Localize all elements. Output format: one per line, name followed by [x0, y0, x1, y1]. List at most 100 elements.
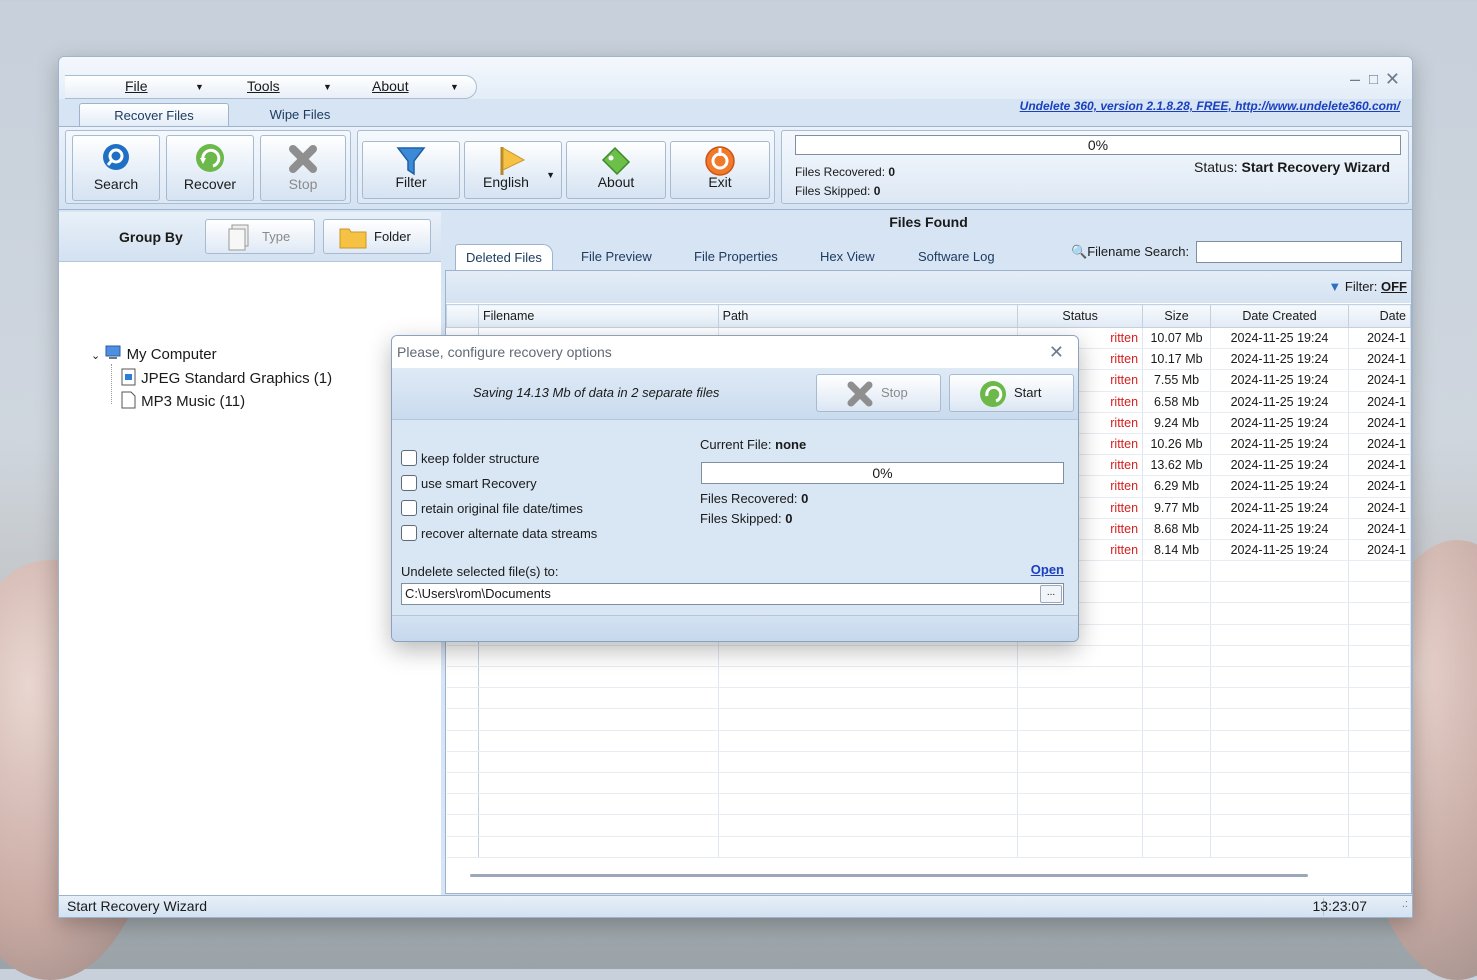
chevron-down-icon: ▼: [546, 170, 555, 180]
minimize-button[interactable]: –: [1350, 69, 1360, 90]
date-created-cell: [1210, 602, 1349, 625]
table-row[interactable]: [446, 836, 1412, 858]
checkbox[interactable]: [401, 525, 417, 541]
date-created-cell: 2024-11-25 19:24: [1210, 454, 1349, 477]
browse-button[interactable]: ...: [1040, 585, 1062, 603]
size-cell: 8.68 Mb: [1142, 518, 1212, 540]
close-button[interactable]: ✕: [1385, 69, 1400, 90]
exit-button[interactable]: Exit: [670, 141, 770, 199]
language-dropdown[interactable]: English ▼: [464, 141, 562, 199]
destination-path-input[interactable]: C:\Users\rom\Documents ...: [401, 583, 1064, 605]
tab-recover-files[interactable]: Recover Files: [79, 103, 229, 127]
recover-button[interactable]: Recover: [166, 135, 254, 201]
select-cell: [446, 708, 479, 731]
menu-file[interactable]: File ▼: [125, 78, 204, 94]
group-by-folder-button[interactable]: Folder: [323, 219, 431, 254]
date-created-cell: 2024-11-25 19:24: [1210, 369, 1349, 392]
status-cell: [1017, 645, 1144, 668]
table-row[interactable]: [446, 793, 1412, 816]
stop-button[interactable]: Stop: [260, 135, 346, 201]
column-header-date-created[interactable]: Date Created: [1210, 304, 1349, 328]
filter-button[interactable]: Filter: [362, 141, 460, 199]
table-row[interactable]: [446, 645, 1412, 668]
checkbox[interactable]: [401, 450, 417, 466]
files-found-title: Files Found: [889, 214, 968, 230]
select-column-header[interactable]: [446, 304, 479, 328]
checkbox[interactable]: [401, 475, 417, 491]
chevron-down-icon: ▼: [450, 82, 459, 92]
select-cell: [446, 730, 479, 752]
saving-summary: Saving 14.13 Mb of data in 2 separate fi…: [473, 385, 720, 400]
filter-toggle[interactable]: OFF: [1381, 279, 1407, 294]
ribbon-group-actions: Search Recover Stop: [65, 130, 351, 204]
size-cell: 8.14 Mb: [1142, 539, 1212, 562]
option-recover-alternate-streams[interactable]: recover alternate data streams: [401, 525, 597, 541]
dialog-close-icon[interactable]: ✕: [1049, 342, 1064, 363]
table-row[interactable]: [446, 751, 1412, 773]
open-folder-link[interactable]: Open: [1031, 562, 1064, 577]
chevron-down-icon: ▼: [323, 82, 332, 92]
select-cell: [446, 666, 479, 689]
tab-deleted-files[interactable]: Deleted Files: [455, 244, 553, 270]
group-by-type-button[interactable]: Type: [205, 219, 315, 254]
search-icon: [103, 144, 129, 170]
tree-item-jpeg[interactable]: JPEG Standard Graphics (1): [121, 368, 332, 387]
dialog-stop-button[interactable]: Stop: [816, 374, 941, 412]
tree-item-mp3[interactable]: MP3 Music (11): [121, 391, 245, 410]
size-cell: 9.24 Mb: [1142, 412, 1212, 434]
dialog-files-recovered: Files Recovered: 0: [700, 491, 809, 506]
column-header-filename[interactable]: Filename: [477, 304, 719, 328]
date-created-cell: [1210, 793, 1349, 816]
option-keep-folder-structure[interactable]: keep folder structure: [401, 450, 540, 466]
tab-wipe-files[interactable]: Wipe Files: [245, 103, 355, 127]
dialog-start-button[interactable]: Start: [949, 374, 1074, 412]
date-cell: 2024-1: [1348, 518, 1412, 540]
dialog-header: Saving 14.13 Mb of data in 2 separate fi…: [392, 368, 1078, 420]
size-cell: 10.07 Mb: [1142, 327, 1212, 350]
option-retain-file-dates[interactable]: retain original file date/times: [401, 500, 583, 516]
menu-about[interactable]: About ▼: [372, 78, 459, 94]
checkbox[interactable]: [401, 500, 417, 516]
status-bar-time: 13:23:07: [1312, 898, 1368, 914]
status-text: Status: Start Recovery Wizard: [1194, 159, 1390, 175]
tree-root-my-computer[interactable]: ⌄ My Computer: [91, 345, 217, 363]
path-cell: [718, 814, 1019, 837]
search-button[interactable]: Search: [72, 135, 160, 201]
status-cell: [1017, 772, 1144, 795]
horizontal-scrollbar[interactable]: [470, 874, 1308, 877]
column-header-path[interactable]: Path: [717, 304, 1019, 328]
table-row[interactable]: [446, 708, 1412, 731]
table-row[interactable]: [446, 666, 1412, 689]
date-created-cell: 2024-11-25 19:24: [1210, 518, 1349, 540]
date-cell: [1348, 814, 1412, 837]
table-row[interactable]: [446, 772, 1412, 795]
computer-icon: [105, 345, 121, 359]
app-title-link[interactable]: Undelete 360, version 2.1.8.28, FREE, ht…: [1020, 99, 1400, 113]
resize-grip-icon[interactable]: .:: [1402, 898, 1408, 910]
tab-file-preview[interactable]: File Preview: [581, 244, 652, 270]
tab-file-properties[interactable]: File Properties: [694, 244, 778, 270]
date-cell: 2024-1: [1348, 369, 1412, 392]
table-row[interactable]: [446, 687, 1412, 710]
size-cell: 13.62 Mb: [1142, 454, 1212, 477]
table-row[interactable]: [446, 814, 1412, 837]
menu-tools[interactable]: Tools ▼: [247, 78, 332, 94]
date-created-cell: [1210, 730, 1349, 752]
column-header-date[interactable]: Date: [1347, 304, 1412, 328]
path-cell: [718, 751, 1019, 773]
group-by-label: Group By: [119, 229, 183, 245]
table-row[interactable]: [446, 730, 1412, 752]
option-use-smart-recovery[interactable]: use smart Recovery: [401, 475, 537, 491]
maximize-button[interactable]: □: [1369, 71, 1378, 88]
tab-software-log[interactable]: Software Log: [918, 244, 995, 270]
tab-hex-view[interactable]: Hex View: [820, 244, 875, 270]
dialog-title: Please, configure recovery options: [397, 344, 612, 360]
column-header-status[interactable]: Status: [1017, 304, 1144, 328]
column-header-size[interactable]: Size: [1142, 304, 1212, 328]
filename-search-input[interactable]: [1196, 241, 1402, 263]
about-button[interactable]: About: [566, 141, 666, 199]
date-cell: [1348, 793, 1412, 816]
size-cell: [1142, 730, 1212, 752]
files-skipped-stat: Files Skipped: 0: [795, 184, 881, 198]
status-cell: [1017, 814, 1144, 837]
